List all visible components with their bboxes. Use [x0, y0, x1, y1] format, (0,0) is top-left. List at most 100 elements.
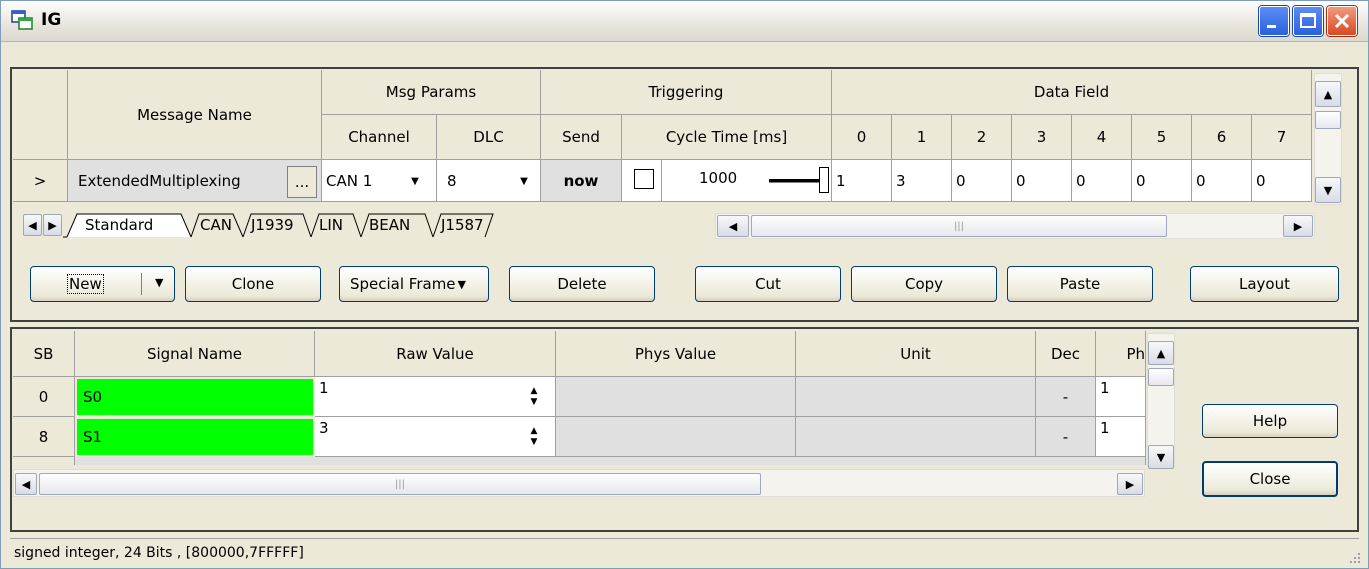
tab-standard[interactable]: Standard [85, 214, 153, 236]
channel-header[interactable]: Channel [322, 115, 437, 160]
special-frame-button[interactable]: Special Frame ▼ [339, 266, 489, 302]
title-bar[interactable]: IG [1, 1, 1368, 42]
signal-row-0-dec[interactable]: - [1036, 377, 1096, 417]
phys-value-header[interactable]: Phys Value [556, 331, 796, 377]
raw-value-header[interactable]: Raw Value [315, 331, 556, 377]
send-header[interactable]: Send [541, 115, 622, 160]
close-window-button[interactable] [1327, 6, 1357, 36]
tab-lin[interactable]: LIN [319, 214, 343, 236]
signal-scroll-down-button[interactable]: ▼ [1148, 445, 1174, 469]
cycle-time-slider-track[interactable] [769, 179, 821, 183]
maximize-icon [1300, 13, 1316, 28]
message-name-header[interactable]: Message Name [68, 70, 322, 160]
scroll-up-button[interactable]: ▲ [1315, 81, 1341, 107]
data-byte-7[interactable]: 0 [1252, 160, 1312, 202]
channel-value: CAN 1 [326, 171, 373, 190]
spin-up-icon[interactable]: ▲ [531, 426, 538, 437]
signal-row-1-raw[interactable]: 3 [315, 417, 556, 457]
tab-scroll-right-button[interactable]: ▶ [43, 214, 62, 236]
data-byte-6[interactable]: 0 [1192, 160, 1252, 202]
byte-1-header[interactable]: 1 [892, 115, 952, 160]
signal-row-1-unit [796, 417, 1036, 457]
chevron-down-icon: ▼ [457, 277, 467, 291]
new-button[interactable]: New ▼ [30, 266, 175, 302]
layout-button[interactable]: Layout [1190, 266, 1339, 302]
spin-down-icon[interactable]: ▼ [531, 397, 538, 408]
unit-header[interactable]: Unit [796, 331, 1036, 377]
cycle-enable-checkbox[interactable] [634, 169, 654, 189]
dlc-header[interactable]: DLC [437, 115, 541, 160]
dec-header[interactable]: Dec [1036, 331, 1096, 377]
clone-button[interactable]: Clone [185, 266, 321, 302]
byte-3-header[interactable]: 3 [1012, 115, 1072, 160]
data-byte-5[interactable]: 0 [1132, 160, 1192, 202]
chevron-down-icon[interactable]: ▼ [155, 276, 163, 289]
signal-row-1-ph[interactable]: 1 [1096, 417, 1146, 457]
ph-header[interactable]: Ph [1096, 331, 1146, 377]
cycle-time-slider-handle[interactable] [819, 167, 829, 193]
signal-name-value: S1 [77, 419, 313, 455]
signal-vscroll-thumb[interactable] [1148, 368, 1174, 386]
data-byte-0[interactable]: 1 [832, 160, 892, 202]
byte-6-header[interactable]: 6 [1192, 115, 1252, 160]
chevron-down-icon[interactable]: ▼ [514, 170, 534, 192]
signal-row-0-name[interactable]: S0 [75, 377, 315, 417]
status-bar: signed integer, 24 Bits , [800000,7FFFFF… [10, 538, 1359, 566]
message-name-browse-button[interactable]: ... [287, 166, 317, 198]
data-byte-1[interactable]: 3 [892, 160, 952, 202]
spin-up-icon[interactable]: ▲ [531, 386, 538, 397]
hscroll-right-button[interactable]: ▶ [1283, 215, 1313, 237]
message-vscroll-thumb[interactable] [1315, 111, 1341, 129]
status-text: signed integer, 24 Bits , [800000,7FFFFF… [14, 544, 304, 561]
tab-scroll-left-button[interactable]: ◀ [23, 214, 42, 236]
cut-button[interactable]: Cut [695, 266, 841, 302]
copy-button[interactable]: Copy [851, 266, 997, 302]
resize-grip-icon[interactable] [1346, 551, 1362, 565]
signal-row-1-name[interactable]: S1 [75, 417, 315, 457]
signal-row-empty [13, 457, 75, 465]
minimize-button[interactable] [1259, 6, 1289, 36]
data-byte-4[interactable]: 0 [1072, 160, 1132, 202]
delete-button[interactable]: Delete [509, 266, 655, 302]
signal-row-0-ph[interactable]: 1 [1096, 377, 1146, 417]
hscroll-left-button[interactable]: ◀ [717, 215, 749, 237]
spin-down-icon[interactable]: ▼ [531, 437, 538, 448]
maximize-button[interactable] [1293, 6, 1323, 36]
raw-value-spinner[interactable]: ▲ ▼ [525, 383, 543, 411]
signal-name-header[interactable]: Signal Name [75, 331, 315, 377]
byte-4-header[interactable]: 4 [1072, 115, 1132, 160]
signal-row-0-raw[interactable]: 1 [315, 377, 556, 417]
data-byte-3[interactable]: 0 [1012, 160, 1072, 202]
tab-j1939[interactable]: J1939 [251, 214, 294, 236]
message-hscroll-thumb[interactable]: ||| [751, 215, 1167, 237]
paste-button[interactable]: Paste [1007, 266, 1153, 302]
signal-row-1-phys [556, 417, 796, 457]
byte-7-header[interactable]: 7 [1252, 115, 1312, 160]
row-marker[interactable]: > [13, 160, 68, 202]
signal-row-1-dec[interactable]: - [1036, 417, 1096, 457]
close-button[interactable]: Close [1202, 461, 1338, 497]
sb-header[interactable]: SB [13, 331, 75, 377]
byte-2-header[interactable]: 2 [952, 115, 1012, 160]
signal-hscroll-right-button[interactable]: ▶ [1117, 473, 1143, 495]
signal-scroll-up-button[interactable]: ▲ [1148, 341, 1174, 365]
tab-bean[interactable]: BEAN [369, 214, 410, 236]
signal-row-1-sb: 8 [13, 417, 75, 457]
chevron-down-icon[interactable]: ▼ [405, 170, 425, 192]
send-now-button[interactable]: now [541, 160, 622, 202]
scroll-down-button[interactable]: ▼ [1315, 177, 1341, 203]
data-byte-2[interactable]: 0 [952, 160, 1012, 202]
signal-hscroll-left-button[interactable]: ◀ [15, 473, 37, 495]
raw-value-spinner[interactable]: ▲ ▼ [525, 423, 543, 451]
tab-j1587[interactable]: J1587 [441, 214, 484, 236]
cycle-time-header[interactable]: Cycle Time [ms] [622, 115, 832, 160]
tab-can[interactable]: CAN [200, 214, 232, 236]
message-name-cell[interactable]: ExtendedMultiplexing [68, 160, 322, 202]
byte-5-header[interactable]: 5 [1132, 115, 1192, 160]
help-button[interactable]: Help [1202, 404, 1338, 438]
message-name-value: ExtendedMultiplexing [78, 171, 241, 190]
signal-hscroll-thumb[interactable]: ||| [39, 473, 761, 495]
signal-row-0-unit [796, 377, 1036, 417]
cycle-time-value[interactable]: 1000 [699, 169, 737, 187]
byte-0-header[interactable]: 0 [832, 115, 892, 160]
